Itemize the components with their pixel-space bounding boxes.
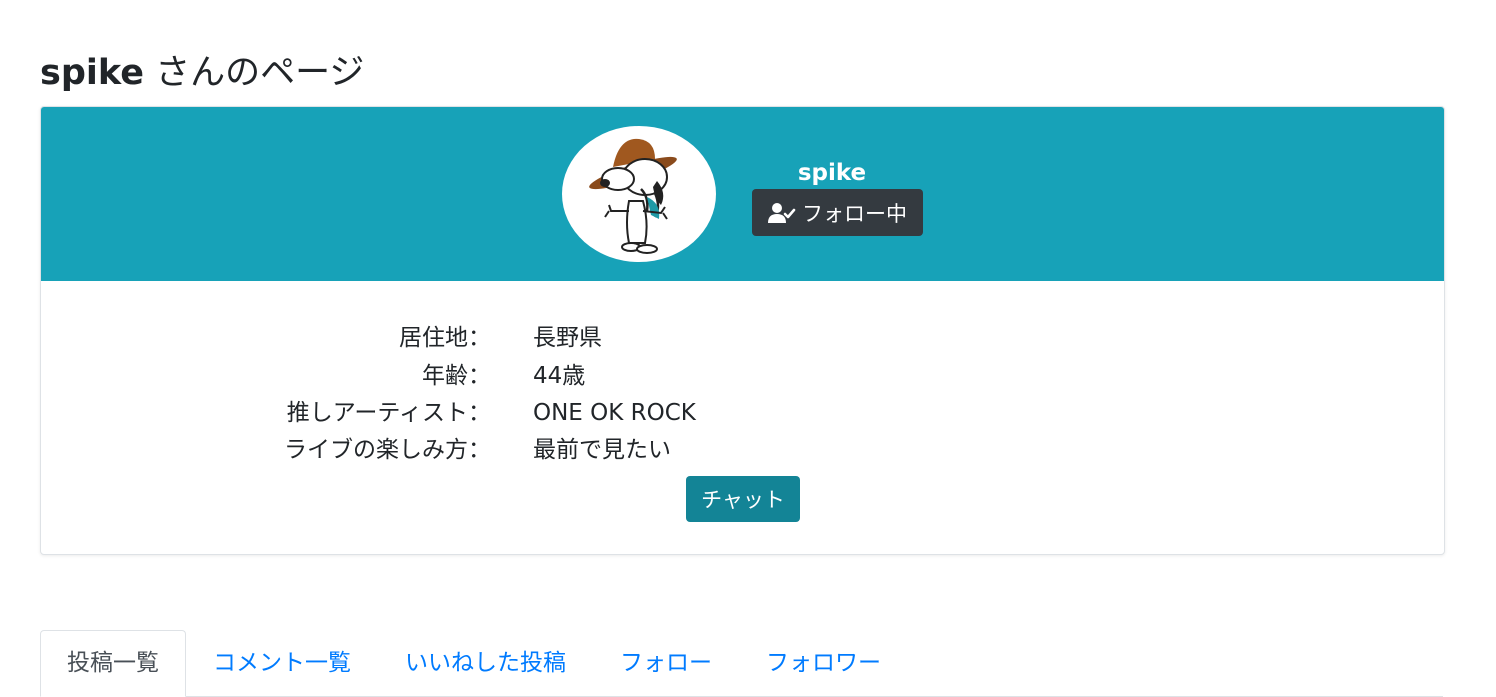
tab-posts[interactable]: 投稿一覧: [40, 630, 186, 697]
profile-tabs: 投稿一覧 コメント一覧 いいねした投稿 フォロー フォロワー: [40, 630, 1443, 697]
page-title: spike さんのページ: [40, 50, 364, 96]
info-value: 長野県: [533, 325, 602, 351]
chat-button[interactable]: チャット: [686, 476, 800, 522]
info-label: 推しアーティスト：: [286, 400, 491, 426]
tab-liked-posts[interactable]: いいねした投稿: [378, 630, 593, 694]
info-row-live-style: ライブの楽しみ方： 最前で見たい: [41, 431, 1444, 469]
info-value: ONE OK ROCK: [533, 400, 696, 426]
following-button[interactable]: フォロー中: [752, 189, 923, 236]
profile-info: 居住地： 長野県 年齢： 44歳 推しアーティスト： ONE OK ROCK ラ…: [41, 281, 1444, 554]
info-label: 居住地：: [399, 325, 491, 351]
info-row-age: 年齢： 44歳: [41, 357, 1444, 395]
profile-name: spike: [797, 160, 867, 186]
info-label: ライブの楽しみ方：: [284, 437, 491, 463]
tab-followers[interactable]: フォロワー: [739, 630, 908, 694]
info-row-residence: 居住地： 長野県: [41, 319, 1444, 357]
profile-card: spike フォロー中 居住地： 長野県 年齢： 44歳 推しアーティスト： O…: [40, 106, 1445, 555]
snoopy-spike-avatar: [589, 138, 677, 254]
info-label: 年齢：: [422, 363, 491, 389]
page-title-suffix: さんのページ: [143, 53, 365, 93]
tab-comments[interactable]: コメント一覧: [186, 630, 378, 694]
avatar: [562, 126, 716, 262]
info-row-favorite-artist: 推しアーティスト： ONE OK ROCK: [41, 394, 1444, 432]
page-title-username: spike: [40, 53, 144, 93]
following-button-label: フォロー中: [802, 201, 907, 226]
profile-card-header: spike フォロー中: [41, 107, 1444, 281]
tab-following[interactable]: フォロー: [593, 630, 739, 694]
info-value: 44歳: [533, 363, 586, 389]
info-value: 最前で見たい: [533, 437, 671, 463]
user-check-icon: [768, 202, 796, 224]
